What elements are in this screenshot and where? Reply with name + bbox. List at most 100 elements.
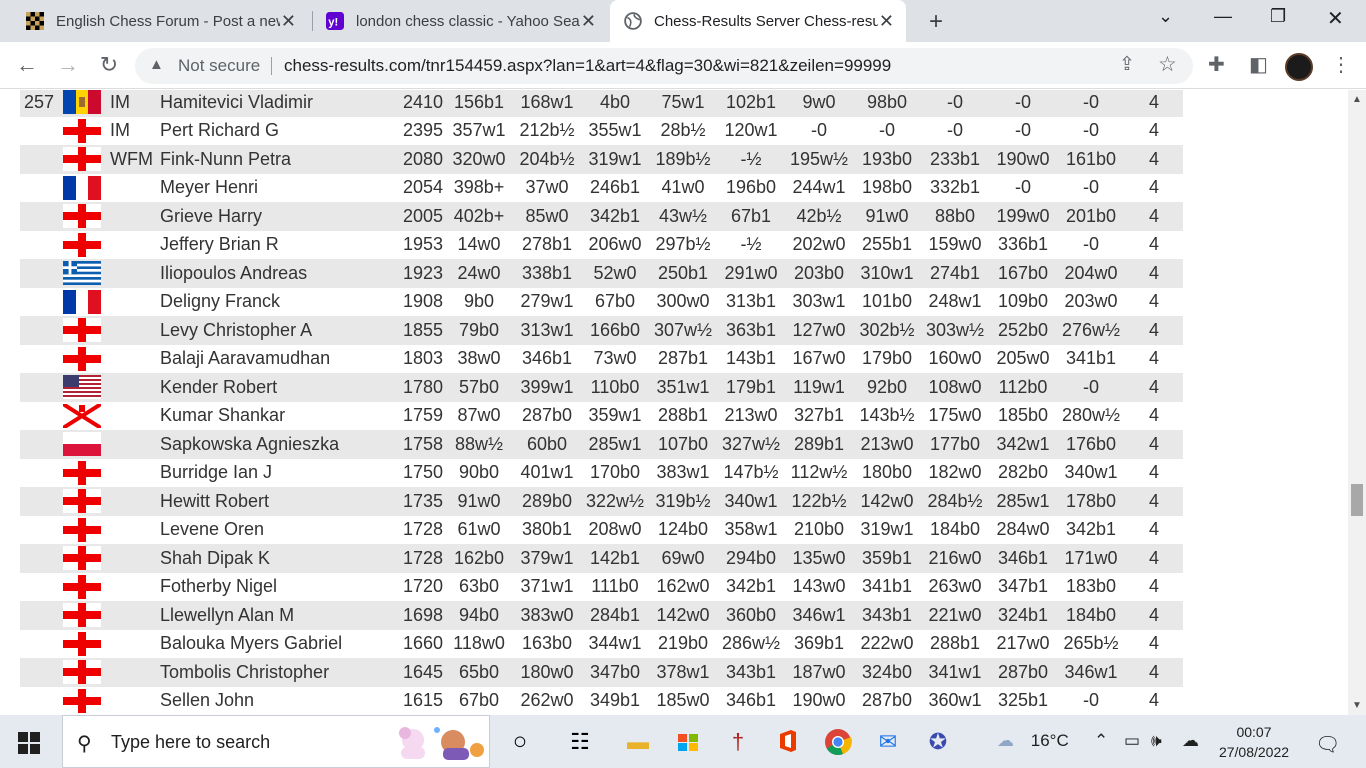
- chrome-icon[interactable]: [824, 728, 852, 756]
- player-name[interactable]: Llewellyn Alan M: [154, 601, 390, 630]
- round-result-cell: 288b1: [649, 401, 717, 430]
- player-name[interactable]: Burridge Ian J: [154, 458, 390, 487]
- player-name[interactable]: Levene Oren: [154, 515, 390, 544]
- round-result-cell: 336b1: [989, 230, 1057, 259]
- flag-icon: [63, 90, 101, 115]
- round-result-cell: 102b1: [717, 90, 785, 117]
- player-name[interactable]: Pert Richard G: [154, 116, 390, 145]
- maximize-icon[interactable]: ❐: [1270, 6, 1286, 27]
- security-indicator[interactable]: Not secure: [178, 56, 260, 76]
- rating-cell: 1660: [390, 629, 445, 658]
- page-scrollbar[interactable]: ▲ ▼: [1348, 90, 1366, 715]
- player-name[interactable]: Iliopoulos Andreas: [154, 259, 390, 288]
- player-name[interactable]: Balouka Myers Gabriel: [154, 629, 390, 658]
- weather-widget[interactable]: ☁ 16°C: [997, 731, 1069, 751]
- battery-icon[interactable]: ▭: [1124, 731, 1140, 751]
- round-result-cell: 369b1: [785, 629, 853, 658]
- round-result-cell: 204w0: [1057, 259, 1125, 288]
- app-icon[interactable]: ✪: [924, 728, 952, 756]
- reload-icon[interactable]: ↻: [96, 52, 122, 78]
- player-name[interactable]: Sellen John: [154, 686, 390, 715]
- flag-cell: [60, 458, 104, 487]
- rank-cell: [20, 202, 60, 231]
- tab-chess-results[interactable]: Chess-Results Server Chess-result ✕: [610, 0, 906, 42]
- more-menu-icon[interactable]: ⋮: [1331, 52, 1351, 77]
- rank-cell: [20, 344, 60, 373]
- player-name[interactable]: Tombolis Christopher: [154, 658, 390, 687]
- mail-icon[interactable]: ✉: [874, 728, 902, 756]
- round-result-cell: 143b1: [717, 344, 785, 373]
- share-icon[interactable]: ⇪: [1119, 53, 1135, 76]
- close-tab-icon[interactable]: ✕: [581, 11, 596, 32]
- minimize-icon[interactable]: —: [1214, 6, 1232, 27]
- round-result-cell: 341b1: [853, 572, 921, 601]
- player-name[interactable]: Jeffery Brian R: [154, 230, 390, 259]
- tab-english-chess-forum[interactable]: English Chess Forum - Post a new ✕: [14, 0, 308, 42]
- forward-icon[interactable]: →: [55, 52, 81, 78]
- player-name[interactable]: Hewitt Robert: [154, 487, 390, 516]
- profile-avatar[interactable]: [1285, 53, 1313, 81]
- scroll-down-arrow-icon[interactable]: ▼: [1352, 700, 1362, 711]
- network-icon[interactable]: ☁: [1182, 731, 1199, 751]
- player-name[interactable]: Levy Christopher A: [154, 316, 390, 345]
- extensions-puzzle-icon[interactable]: ✚: [1208, 52, 1225, 77]
- round-result-cell: 85w0: [513, 202, 581, 231]
- task-view-icon[interactable]: ☷: [566, 728, 594, 756]
- tab-search-chevron-icon[interactable]: ⌄: [1158, 6, 1173, 27]
- pin-app-icon[interactable]: †: [724, 728, 752, 756]
- volume-icon[interactable]: 🕪: [1151, 731, 1162, 751]
- round-result-cell: -½: [717, 145, 785, 174]
- player-name[interactable]: Meyer Henri: [154, 173, 390, 202]
- title-cell: WFM: [104, 145, 154, 174]
- system-clock[interactable]: 00:07 27/08/2022: [1210, 722, 1298, 762]
- round-result-cell: -0: [1057, 173, 1125, 202]
- round-result-cell: 294b0: [717, 544, 785, 573]
- microsoft-store-icon[interactable]: [674, 728, 702, 756]
- player-name[interactable]: Hamitevici Vladimir: [154, 90, 390, 117]
- round-result-cell: 213w0: [717, 401, 785, 430]
- points-cell: 4: [1125, 373, 1183, 402]
- tab-divider: [312, 11, 313, 31]
- round-result-cell: 142b1: [581, 544, 649, 573]
- new-tab-icon[interactable]: +: [924, 8, 948, 36]
- warning-icon[interactable]: ▲: [149, 56, 164, 73]
- tab-yahoo-search[interactable]: y! london chess classic - Yahoo Sear ✕: [314, 0, 608, 42]
- office-icon[interactable]: [774, 728, 802, 756]
- player-name[interactable]: Shah Dipak K: [154, 544, 390, 573]
- round-result-cell: 346b1: [513, 344, 581, 373]
- player-name[interactable]: Grieve Harry: [154, 202, 390, 231]
- player-name[interactable]: Balaji Aaravamudhan: [154, 344, 390, 373]
- url-text[interactable]: chess-results.com/tnr154459.aspx?lan=1&a…: [284, 56, 891, 76]
- round-result-cell: 205w0: [989, 344, 1057, 373]
- bookmark-star-icon[interactable]: ☆: [1158, 52, 1177, 77]
- address-bar[interactable]: ▲ Not secure chess-results.com/tnr154459…: [135, 48, 1193, 84]
- round-result-cell: 346w1: [1057, 658, 1125, 687]
- round-result-cell: 282b0: [989, 458, 1057, 487]
- player-name[interactable]: Sapkowska Agnieszka: [154, 430, 390, 459]
- back-icon[interactable]: ←: [14, 52, 40, 78]
- flag-icon: [63, 432, 101, 457]
- close-tab-icon[interactable]: ✕: [879, 11, 894, 32]
- scrollbar-thumb[interactable]: [1351, 484, 1363, 516]
- task-view-circle-icon[interactable]: ○: [506, 728, 534, 756]
- round-result-cell: 287b0: [989, 658, 1057, 687]
- round-result-cell: 344w1: [581, 629, 649, 658]
- player-name[interactable]: Kumar Shankar: [154, 401, 390, 430]
- player-name[interactable]: Fotherby Nigel: [154, 572, 390, 601]
- player-name[interactable]: Kender Robert: [154, 373, 390, 402]
- title-cell: [104, 316, 154, 345]
- windows-start-icon[interactable]: [18, 732, 40, 754]
- table-row: Sapkowska Agnieszka 1758 88w½ 60b0 285w1 107b…: [20, 430, 1183, 459]
- close-window-icon[interactable]: ✕: [1327, 6, 1344, 31]
- scroll-up-arrow-icon[interactable]: ▲: [1352, 94, 1362, 105]
- side-panel-icon[interactable]: ◧: [1249, 52, 1268, 77]
- player-name[interactable]: Fink-Nunn Petra: [154, 145, 390, 174]
- notifications-icon[interactable]: 🗨: [1315, 732, 1340, 757]
- round-result-cell: 9b0: [445, 287, 513, 316]
- close-tab-icon[interactable]: ✕: [281, 11, 296, 32]
- taskbar-search-box[interactable]: ⚲ Type here to search: [62, 715, 490, 768]
- player-name[interactable]: Deligny Franck: [154, 287, 390, 316]
- round-result-cell: 343b1: [717, 658, 785, 687]
- show-hidden-icons-chevron-icon[interactable]: ⌃: [1094, 731, 1108, 751]
- file-explorer-icon[interactable]: ▬: [624, 728, 652, 756]
